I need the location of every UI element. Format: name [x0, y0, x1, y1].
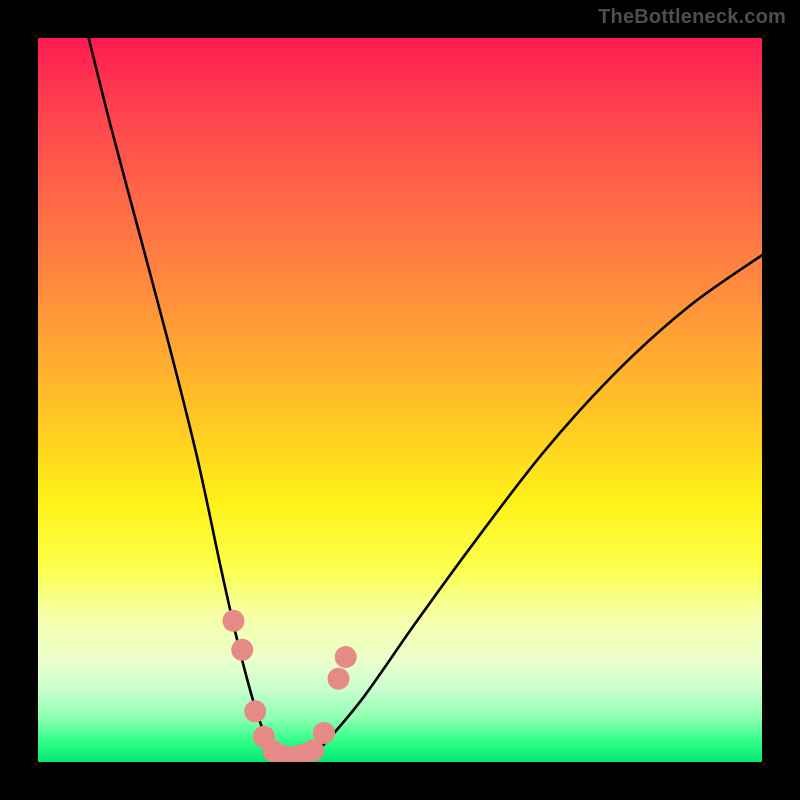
marker-group — [223, 610, 357, 762]
marker-dot — [328, 668, 350, 690]
chart-svg — [38, 38, 762, 762]
plot-area — [38, 38, 762, 762]
chart-frame: TheBottleneck.com — [0, 0, 800, 800]
marker-dot — [244, 700, 266, 722]
marker-dot — [313, 722, 335, 744]
curve-path — [89, 38, 762, 759]
marker-dot — [223, 610, 245, 632]
marker-dot — [335, 646, 357, 668]
watermark-text: TheBottleneck.com — [598, 6, 786, 29]
marker-dot — [231, 639, 253, 661]
